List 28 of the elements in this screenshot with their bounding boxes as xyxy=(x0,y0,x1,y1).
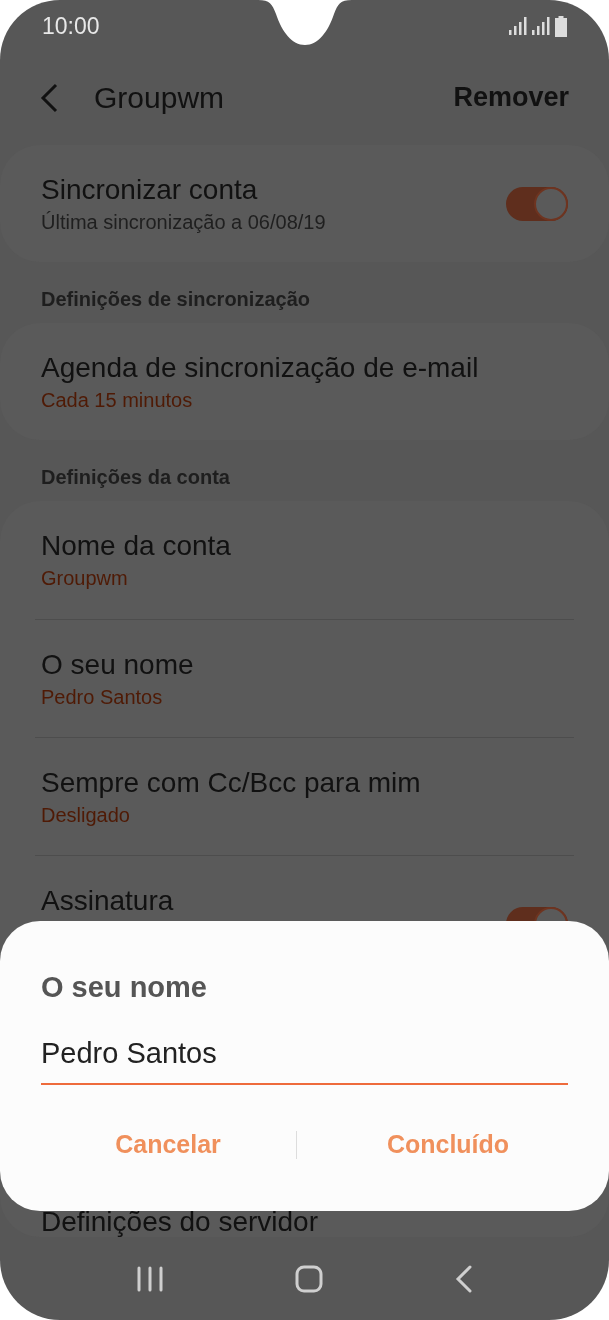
cancel-button[interactable]: Cancelar xyxy=(0,1123,296,1167)
section-heading: Definições da conta xyxy=(40,465,231,490)
status-time: 10:00 xyxy=(42,11,100,41)
dialog-title: O seu nome xyxy=(41,970,208,1005)
setting-title: Definições do servidor xyxy=(41,1205,320,1237)
setting-value: Pedro Santos xyxy=(41,684,164,710)
done-button[interactable]: Concluído xyxy=(297,1123,609,1167)
recent-apps-button[interactable] xyxy=(135,1266,164,1292)
setting-title: O seu nome xyxy=(41,647,195,682)
battery-icon xyxy=(555,15,567,37)
back-nav-button[interactable] xyxy=(455,1265,474,1293)
setting-title: Sempre com Cc/Bcc para mim xyxy=(41,765,422,800)
setting-title: Agenda de sincronização de e-mail xyxy=(41,350,480,385)
home-button[interactable] xyxy=(295,1265,324,1293)
signal-icon xyxy=(509,17,528,35)
name-input[interactable]: Pedro Santos xyxy=(41,1035,568,1085)
setting-value: Desligado xyxy=(41,802,131,828)
section-heading: Definições de sincronização xyxy=(40,287,311,312)
signal-icon xyxy=(532,17,551,35)
setting-value: Última sincronização a 06/08/19 xyxy=(41,209,327,235)
setting-value: Cada 15 minutos xyxy=(41,387,194,413)
toggle-switch[interactable] xyxy=(506,186,568,221)
setting-title: Assinatura xyxy=(41,884,175,918)
page-title: Groupwm xyxy=(94,80,225,116)
setting-title: Nome da conta xyxy=(41,529,232,563)
remove-button[interactable]: Remover xyxy=(453,77,569,118)
setting-title: Sincronizar conta xyxy=(41,172,259,207)
setting-value: Groupwm xyxy=(41,566,129,591)
